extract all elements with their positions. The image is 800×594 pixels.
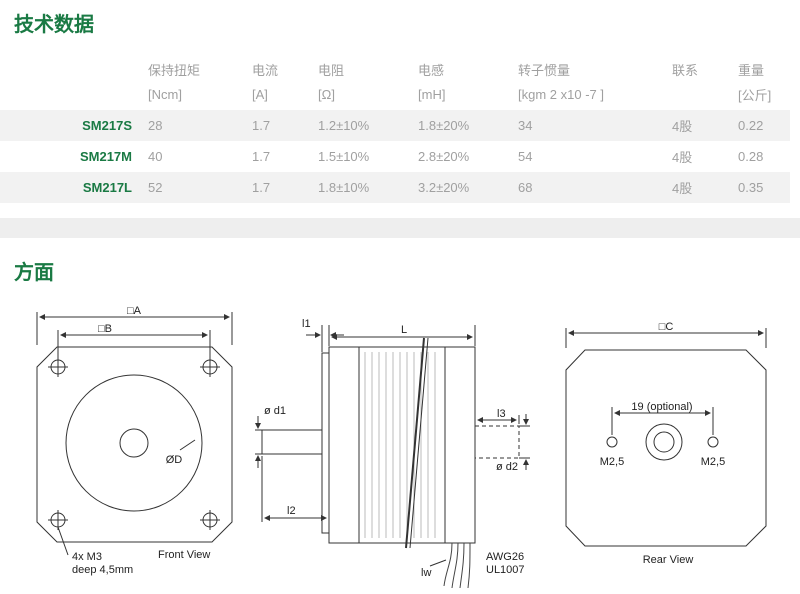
front-view-caption: Front View	[158, 549, 210, 561]
dim-d1-label: ø d1	[264, 405, 286, 417]
table-cell: 1.7	[252, 118, 271, 133]
table-cell: 4股	[672, 119, 693, 134]
model-name: SM217M	[79, 149, 132, 164]
unit-inertia: [kgm 2 x10 -7 ]	[518, 87, 604, 102]
side-view	[255, 325, 530, 589]
table-cell: 34	[518, 118, 533, 133]
dim-a-label: □A	[127, 305, 142, 317]
header-torque: 保持扭矩	[148, 63, 201, 78]
hole-note: deep 4,5mm	[72, 564, 133, 576]
table-cell: 1.8±10%	[318, 180, 370, 195]
unit-current: [A]	[252, 87, 268, 102]
dim-l1-label: l1	[302, 318, 311, 330]
dim-d2-label: ø d2	[496, 461, 518, 473]
table-cell: 1.5±10%	[318, 149, 370, 164]
dim-d-label: ØD	[166, 454, 183, 466]
dim-c-label: □C	[659, 321, 674, 333]
spec-table: 保持扭矩 电流 电阻 电感 转子惯量 联系 重量 [Ncm] [A] [Ω] […	[0, 48, 790, 203]
table-row: SM217S 28 1.7 1.2±10% 1.8±20% 34 4股 0.22	[0, 110, 790, 141]
unit-resistance: [Ω]	[318, 87, 335, 102]
dim-l3-label: l3	[497, 408, 506, 420]
optional-label: 19 (optional)	[631, 401, 692, 413]
header-resistance: 电阻	[318, 63, 345, 78]
thread-label: M2,5	[600, 456, 624, 468]
table-cell: 4股	[672, 181, 693, 196]
rear-view-caption: Rear View	[643, 554, 694, 566]
header-weight: 重量	[738, 63, 765, 78]
table-cell: 1.7	[252, 149, 271, 164]
table-cell: 40	[148, 149, 163, 164]
table-cell: 0.35	[738, 180, 764, 195]
thread-label: M2,5	[701, 456, 725, 468]
table-row: SM217M 40 1.7 1.5±10% 2.8±20% 54 4股 0.28	[0, 141, 790, 172]
model-name: SM217L	[82, 180, 132, 195]
table-cell: 28	[148, 118, 163, 133]
section-divider	[0, 218, 800, 238]
dim-b-label: □B	[98, 323, 112, 335]
tech-data-title: 技术数据	[14, 14, 94, 36]
header-connection: 联系	[672, 63, 699, 78]
rear-view	[565, 328, 767, 547]
table-cell: 4股	[672, 150, 693, 165]
dim-lw-label: lw	[421, 567, 431, 579]
table-cell: 68	[518, 180, 533, 195]
model-name: SM217S	[82, 118, 132, 133]
front-view	[36, 312, 233, 556]
mount-hole-icon	[200, 510, 220, 530]
table-cell: 2.8±20%	[418, 149, 470, 164]
dimension-drawing: □A □B ØD 4x M3 deep 4,5mm Front View l1 …	[36, 305, 767, 589]
table-header-row: 保持扭矩 电流 电阻 电感 转子惯量 联系 重量	[0, 48, 790, 79]
table-cell: 1.8±20%	[418, 118, 470, 133]
hole-note: 4x M3	[72, 551, 102, 563]
table-cell: 1.2±10%	[318, 118, 370, 133]
dim-l-label: L	[401, 324, 407, 336]
table-cell: 0.22	[738, 118, 764, 133]
dim-l2-label: l2	[287, 505, 296, 517]
header-inductance: 电感	[418, 63, 445, 78]
table-cell: 3.2±20%	[418, 180, 470, 195]
table-row: SM217L 52 1.7 1.8±10% 3.2±20% 68 4股 0.35	[0, 172, 790, 203]
table-unit-row: [Ncm] [A] [Ω] [mH] [kgm 2 x10 -7 ] [公斤]	[0, 79, 790, 110]
wire-spec: AWG26	[486, 551, 524, 563]
header-inertia: 转子惯量	[518, 63, 571, 78]
table-cell: 52	[148, 180, 163, 195]
table-cell: 54	[518, 149, 533, 164]
unit-weight: [公斤]	[738, 88, 772, 103]
table-cell: 1.7	[252, 180, 271, 195]
wire-leads	[443, 542, 471, 589]
unit-connection	[672, 79, 738, 110]
unit-torque: [Ncm]	[148, 87, 182, 102]
wire-spec: UL1007	[486, 564, 525, 576]
unit-inductance: [mH]	[418, 87, 446, 102]
dimensions-title: 方面	[14, 262, 54, 284]
header-current: 电流	[252, 63, 279, 78]
table-cell: 0.28	[738, 149, 764, 164]
